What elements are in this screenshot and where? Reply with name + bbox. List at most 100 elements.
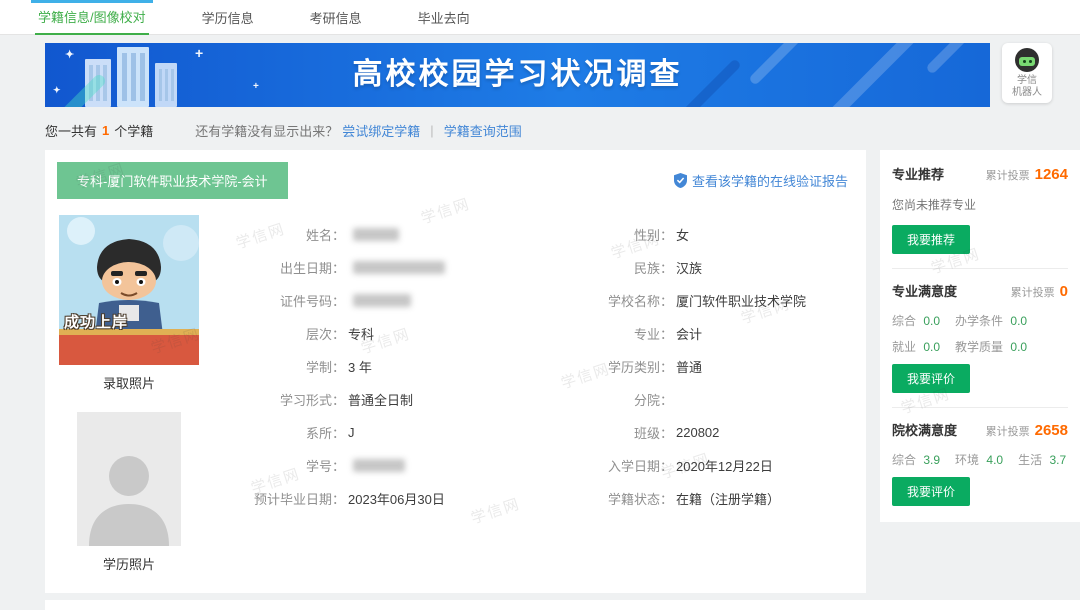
- field-gender: 性别： 女: [569, 225, 689, 244]
- form-row: 学习形式： 普通全日制 分院：: [217, 390, 854, 409]
- sidebar: 专业推荐 累计投票 1264 您尚未推荐专业 我要推荐 专业满意度 累计投票 0: [880, 150, 1080, 522]
- field-value: 普通全日制: [348, 390, 413, 409]
- bind-status-link[interactable]: 尝试绑定学籍: [342, 121, 420, 140]
- person-silhouette-icon: [77, 442, 181, 546]
- recommendation-note: 您尚未推荐专业: [892, 196, 1068, 213]
- robot-label-line2: 机器人: [1002, 87, 1052, 99]
- banner-title: 高校校园学习状况调查: [45, 43, 990, 107]
- vote-count: 2658: [1035, 422, 1068, 439]
- field-value: 普通: [676, 357, 702, 376]
- field-department: 系所： J: [217, 423, 569, 442]
- rate-school-button[interactable]: 我要评价: [892, 477, 970, 506]
- field-label: 学号：: [217, 456, 345, 475]
- query-scope-link[interactable]: 学籍查询范围: [444, 121, 522, 140]
- degree-photo-caption: 学历照片: [77, 554, 181, 573]
- field-label: 层次：: [217, 324, 345, 343]
- field-label: 班级：: [569, 423, 673, 442]
- field-level: 层次： 专科: [217, 324, 569, 343]
- metric-value: 3.7: [1049, 453, 1066, 467]
- redacted-value: [353, 228, 399, 241]
- metric: 综合 0.0: [892, 312, 940, 329]
- module-title: 院校满意度: [892, 420, 957, 439]
- survey-banner[interactable]: ✦ + + ✦ 高校校园学习状况调查: [45, 43, 990, 107]
- admission-photo-caption: 录取照片: [59, 373, 199, 392]
- robot-face: [1019, 57, 1035, 66]
- program-badge: 专科-厦门软件职业技术学院-会计: [57, 162, 288, 199]
- banner-row: ✦ + + ✦ 高校校园学习状况调查 学信 机器人: [45, 43, 1080, 107]
- content-row: 专科-厦门软件职业技术学院-会计 查看该学籍的在线验证报告: [45, 150, 1080, 593]
- student-status-card: 专科-厦门软件职业技术学院-会计 查看该学籍的在线验证报告: [45, 150, 866, 593]
- next-section-card: [45, 600, 1080, 610]
- field-ethnicity: 民族： 汉族: [569, 258, 702, 277]
- module-major-satisfaction: 专业满意度 累计投票 0 综合 0.0 办学条件 0.0: [892, 281, 1068, 393]
- metric: 综合 3.9: [892, 451, 940, 468]
- metric-value: 3.9: [923, 453, 940, 467]
- field-name: 姓名：: [217, 225, 569, 244]
- field-value: 3 年: [348, 357, 372, 376]
- field-label: 系所：: [217, 423, 345, 442]
- field-label: 民族：: [569, 258, 673, 277]
- metric-label: 综合: [892, 314, 916, 328]
- votes-label: 累计投票: [986, 423, 1030, 439]
- redacted-value: [353, 294, 411, 307]
- photo-overlay-text: 成功上岸: [64, 311, 128, 332]
- field-value: 220802: [676, 425, 719, 440]
- status-form: 姓名： 性别： 女 出生日期：: [217, 215, 854, 573]
- summary-prefix: 您一共有: [45, 121, 97, 140]
- metric: 就业 0.0: [892, 338, 940, 355]
- tab-education-level-info[interactable]: 学历信息: [199, 0, 257, 35]
- field-enrollment-date: 入学日期： 2020年12月22日: [569, 456, 773, 475]
- field-education-category: 学历类别： 普通: [569, 357, 702, 376]
- field-id-number: 证件号码：: [217, 291, 569, 310]
- rate-major-button[interactable]: 我要评价: [892, 364, 970, 393]
- tab-label: 考研信息: [310, 8, 362, 27]
- robot-icon: [1015, 48, 1039, 72]
- field-label: 预计毕业日期：: [217, 489, 345, 508]
- recommend-major-button[interactable]: 我要推荐: [892, 225, 970, 254]
- metric: 生活 3.7: [1018, 451, 1066, 468]
- metric-value: 0.0: [1010, 340, 1027, 354]
- active-tab-indicator: [31, 0, 153, 3]
- tab-postgraduate-exam-info[interactable]: 考研信息: [307, 0, 365, 35]
- field-student-number: 学号：: [217, 456, 569, 475]
- field-study-form: 学习形式： 普通全日制: [217, 390, 569, 409]
- field-program-length: 学制： 3 年: [217, 357, 569, 376]
- field-value: 2023年06月30日: [348, 489, 445, 508]
- module-major-recommendation: 专业推荐 累计投票 1264 您尚未推荐专业 我要推荐: [892, 164, 1068, 254]
- field-school-name: 学校名称： 厦门软件职业技术学院: [569, 291, 806, 310]
- votes-label: 累计投票: [986, 167, 1030, 183]
- metric-label: 生活: [1018, 453, 1042, 467]
- field-label: 出生日期：: [217, 258, 345, 277]
- top-navigation: 学籍信息/图像校对 学历信息 考研信息 毕业去向: [0, 0, 1080, 35]
- main-container: ✦ + + ✦ 高校校园学习状况调查 学信 机器人: [0, 43, 1080, 593]
- field-label: 学历类别：: [569, 357, 673, 376]
- field-label: 学习形式：: [217, 390, 345, 409]
- field-label: 分院：: [569, 390, 673, 409]
- vote-count: 1264: [1035, 166, 1068, 183]
- module-title: 专业推荐: [892, 164, 944, 183]
- field-class: 班级： 220802: [569, 423, 719, 442]
- module-header: 专业推荐 累计投票 1264: [892, 164, 1068, 183]
- form-row: 学制： 3 年 学历类别： 普通: [217, 357, 854, 376]
- form-row: 预计毕业日期： 2023年06月30日 学籍状态： 在籍（注册学籍）: [217, 489, 854, 508]
- online-verification-report-link[interactable]: 查看该学籍的在线验证报告: [674, 171, 848, 190]
- field-label: 入学日期：: [569, 456, 673, 475]
- tab-label: 学历信息: [202, 8, 254, 27]
- form-row: 层次： 专科 专业： 会计: [217, 324, 854, 343]
- robot-label-line1: 学信: [1002, 75, 1052, 87]
- field-value: 2020年12月22日: [676, 456, 773, 475]
- chsi-robot-widget[interactable]: 学信 机器人: [1002, 43, 1052, 103]
- field-expected-graduation: 预计毕业日期： 2023年06月30日: [217, 489, 569, 508]
- field-value: J: [348, 425, 355, 440]
- field-major: 专业： 会计: [569, 324, 702, 343]
- module-divider: [892, 268, 1068, 269]
- metric-row: 综合 3.9 环境 4.0 生活 3.7: [892, 451, 1068, 468]
- photo-column: 成功上岸 录取照片 学历照片: [57, 215, 217, 573]
- tab-student-status-info[interactable]: 学籍信息/图像校对: [35, 0, 149, 35]
- tab-graduation-destination[interactable]: 毕业去向: [415, 0, 473, 35]
- report-link-label: 查看该学籍的在线验证报告: [692, 171, 848, 190]
- field-value: 在籍（注册学籍）: [676, 489, 780, 508]
- metric-label: 教学质量: [955, 340, 1003, 354]
- field-value: 女: [676, 225, 689, 244]
- robot-eye: [1023, 60, 1026, 63]
